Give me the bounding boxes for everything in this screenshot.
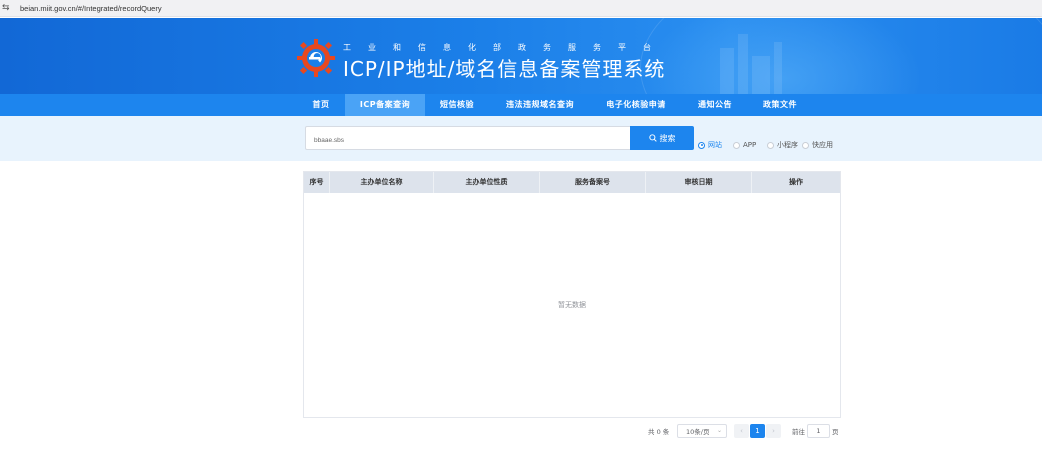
banner-decor-building: [720, 48, 734, 94]
table-header: 序号 主办单位名称 主办单位性质 服务备案号 审核日期 操作: [304, 172, 840, 193]
radio-mini-program[interactable]: 小程序: [767, 140, 798, 150]
nav-item-home[interactable]: 首页: [304, 94, 338, 116]
header-subtitle: 工业和信息化部政务服务平台: [343, 43, 668, 52]
banner-decor-arc: [640, 18, 1042, 94]
banner-decor-building: [738, 34, 748, 94]
search-button-label: 搜索: [659, 133, 676, 143]
nav-item-e-verify-apply[interactable]: 电子化核验申请: [598, 94, 674, 116]
radio-indicator[interactable]: [767, 141, 774, 149]
page-size-value: 10条/页: [686, 428, 710, 436]
goto-page-input[interactable]: 1: [807, 424, 830, 438]
column-header-review-date: 审核日期: [646, 172, 752, 193]
prev-page-button[interactable]: ‹: [734, 424, 749, 438]
search-input[interactable]: [306, 129, 630, 152]
site-settings-icon[interactable]: ⇆: [2, 3, 12, 13]
nav-item-policy-docs[interactable]: 政策文件: [756, 94, 804, 116]
nav-item-icp-query[interactable]: ICP备案查询: [345, 94, 425, 116]
radio-label: 网站: [708, 141, 722, 149]
page-number-button[interactable]: 1: [750, 424, 765, 438]
radio-website[interactable]: 网站: [698, 140, 722, 150]
goto-suffix: 页: [832, 428, 839, 436]
nav-item-notices[interactable]: 通知公告: [690, 94, 740, 116]
banner-decor-building: [774, 42, 782, 94]
radio-indicator[interactable]: [733, 141, 740, 149]
column-header-index: 序号: [304, 172, 330, 193]
goto-label: 前往: [792, 428, 805, 436]
radio-app[interactable]: APP: [733, 140, 756, 150]
column-header-actions: 操作: [789, 178, 803, 186]
main-nav: 首页 ICP备案查询 短信核验 违法违规域名查询 电子化核验申请 通知公告 政策…: [0, 94, 1042, 116]
page-size-select[interactable]: 10条/页 ⌄: [677, 424, 727, 438]
next-page-button[interactable]: ›: [766, 424, 781, 438]
banner-decor-building: [752, 56, 770, 94]
chevron-down-icon: ⌄: [716, 427, 722, 434]
header-title: ICP/IP地址/域名信息备案管理系统: [343, 57, 666, 81]
browser-address-bar[interactable]: ⇆ beian.miit.gov.cn/#/Integrated/recordQ…: [0, 0, 1042, 17]
pagination-total: 共 0 条: [648, 428, 670, 436]
url-text[interactable]: beian.miit.gov.cn/#/Integrated/recordQue…: [20, 4, 162, 13]
nav-item-illegal-domain-query[interactable]: 违法违规域名查询: [498, 94, 582, 116]
radio-indicator[interactable]: [802, 141, 809, 149]
radio-label: 小程序: [777, 141, 798, 149]
radio-label: APP: [743, 141, 757, 149]
search-button[interactable]: 搜索: [630, 126, 694, 150]
results-table: 序号 主办单位名称 主办单位性质 服务备案号 审核日期 操作 暂无数据: [303, 171, 841, 418]
miit-logo-icon: [297, 39, 335, 77]
search-input-wrapper[interactable]: [305, 126, 631, 152]
column-header-organizer-name: 主办单位名称: [330, 172, 434, 193]
radio-label: 快应用: [812, 141, 833, 149]
column-header-record-number: 服务备案号: [540, 172, 646, 193]
column-header-organizer-type: 主办单位性质: [434, 172, 540, 193]
radio-quick-app[interactable]: 快应用: [802, 140, 833, 150]
search-icon: [648, 134, 657, 142]
nav-item-sms-verify[interactable]: 短信核验: [432, 94, 482, 116]
radio-indicator[interactable]: [698, 141, 705, 149]
empty-state-text: 暂无数据: [558, 301, 586, 309]
